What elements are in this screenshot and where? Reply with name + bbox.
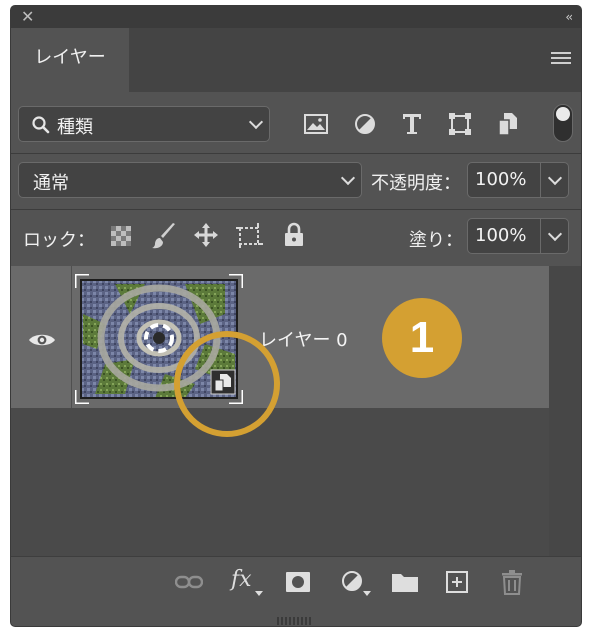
eye-visibility-icon[interactable] (28, 332, 56, 348)
triangle-down-icon (363, 591, 371, 596)
link-layers-icon[interactable] (175, 574, 203, 590)
adjustment-layer-filter-icon[interactable] (353, 112, 377, 136)
panel-titlebar: ✕ ‹‹ (11, 6, 581, 28)
scrollbar-track[interactable] (549, 266, 581, 556)
divider (540, 219, 541, 253)
smart-object-filter-icon[interactable] (497, 112, 519, 136)
lock-position-icon[interactable] (193, 222, 219, 248)
chevron-down-icon[interactable] (547, 226, 563, 242)
lock-transparent-pixels-icon[interactable] (111, 226, 131, 246)
chevron-down-icon[interactable] (547, 170, 563, 186)
shape-layer-filter-icon[interactable] (448, 112, 472, 136)
lock-label: ロック： (23, 230, 95, 251)
collapse-panel-icon[interactable]: ‹‹ (565, 8, 572, 26)
opacity-value[interactable]: 100% (475, 169, 526, 190)
filter-kind-label: 種類 (57, 117, 93, 138)
delete-layer-icon[interactable] (501, 569, 523, 595)
step-number: 1 (409, 313, 435, 362)
triangle-down-icon (255, 591, 263, 596)
divider (11, 209, 581, 210)
lock-artboard-icon[interactable] (236, 222, 264, 248)
fx-icon[interactable]: fx (231, 567, 252, 592)
adjustment-layer-icon[interactable] (341, 570, 365, 594)
search-icon (32, 116, 50, 134)
step-badge: 1 (382, 298, 462, 378)
new-group-icon[interactable] (391, 571, 419, 593)
bottom-toolbar: fx (11, 556, 581, 607)
opacity-label: 不透明度： (371, 173, 461, 194)
blend-mode-dropdown[interactable]: 通常 (18, 162, 362, 198)
panel-menu-icon[interactable] (551, 52, 571, 66)
tab-strip: レイヤー (11, 28, 581, 92)
pixel-layer-filter-icon[interactable] (304, 114, 328, 134)
chevron-down-icon (248, 114, 264, 130)
chevron-down-icon (340, 170, 356, 186)
lock-all-icon[interactable] (284, 222, 304, 248)
fill-value[interactable]: 100% (475, 225, 526, 246)
add-mask-icon[interactable] (285, 571, 311, 593)
type-layer-filter-icon[interactable] (401, 112, 423, 136)
divider (540, 163, 541, 197)
tab-layers[interactable]: レイヤー (11, 28, 129, 92)
close-icon[interactable]: ✕ (21, 8, 34, 26)
divider (11, 153, 581, 154)
filter-kind-dropdown[interactable]: 種類 (18, 106, 270, 142)
fill-field[interactable]: 100% (467, 218, 569, 254)
opacity-field[interactable]: 100% (467, 162, 569, 198)
filter-toggle-switch[interactable] (553, 104, 573, 142)
layers-panel: ✕ ‹‹ レイヤー 種類 通常 不透明度： 100% ロック： 塗り： 100%… (11, 6, 581, 626)
fill-label: 塗り： (409, 230, 463, 251)
divider (71, 266, 72, 408)
new-layer-icon[interactable] (445, 570, 469, 594)
blend-mode-label: 通常 (33, 173, 69, 194)
resize-grip[interactable] (277, 610, 315, 625)
highlight-ring (174, 331, 280, 437)
lock-image-pixels-icon[interactable] (151, 222, 177, 250)
